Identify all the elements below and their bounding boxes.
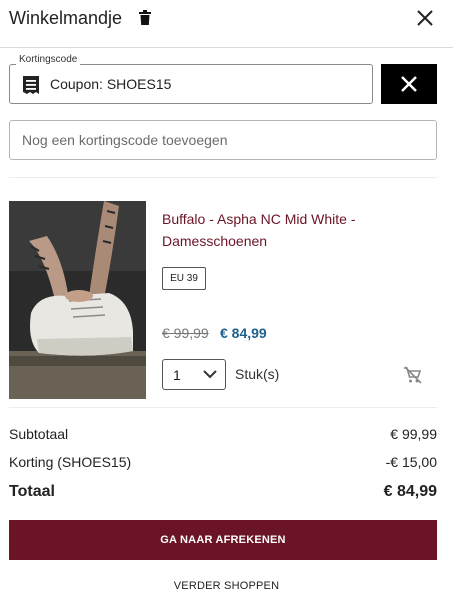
close-icon	[401, 76, 417, 92]
close-icon[interactable]	[413, 6, 437, 30]
coupon-field-label: Kortingscode	[16, 54, 81, 65]
total-row: Totaal € 84,99	[9, 483, 437, 501]
product-image[interactable]	[9, 201, 146, 399]
divider	[9, 407, 437, 408]
subtotal-label: Subtotaal	[9, 426, 69, 442]
remove-coupon-button[interactable]	[381, 64, 437, 104]
quantity-select[interactable]: 1	[162, 359, 226, 390]
discount-label: Korting (SHOES15)	[9, 454, 132, 470]
continue-shopping-link[interactable]: VERDER SHOPPEN	[0, 580, 453, 592]
discount-code-input[interactable]	[9, 120, 437, 160]
quantity-value: 1	[173, 367, 181, 383]
chevron-down-icon	[203, 370, 217, 379]
discount-row: Korting (SHOES15) -€ 15,00	[9, 454, 437, 470]
total-label: Totaal	[9, 483, 55, 500]
divider	[9, 177, 437, 178]
subtotal-row: Subtotaal € 99,99	[9, 426, 437, 442]
total-value: € 84,99	[383, 483, 437, 500]
cart-header: Winkelmandje	[0, 0, 453, 48]
applied-coupon-field: Coupon: SHOES15	[9, 64, 373, 104]
trash-icon[interactable]	[138, 10, 152, 26]
page-title: Winkelmandje	[9, 8, 123, 28]
remove-from-cart-icon[interactable]	[403, 366, 423, 384]
checkout-button[interactable]: GA NAAR AFREKENEN	[9, 520, 437, 560]
size-badge: EU 39	[162, 267, 206, 290]
quantity-unit-label: Stuk(s)	[235, 366, 280, 382]
discounted-price: € 84,99	[220, 325, 267, 341]
product-name[interactable]: Buffalo - Aspha NC Mid White - Damesscho…	[162, 208, 432, 252]
coupon-icon	[23, 76, 39, 94]
subtotal-value: € 99,99	[390, 426, 437, 442]
discount-value: -€ 15,00	[385, 454, 437, 470]
original-price: € 99,99	[162, 325, 209, 341]
coupon-code-text: Coupon: SHOES15	[50, 76, 172, 92]
